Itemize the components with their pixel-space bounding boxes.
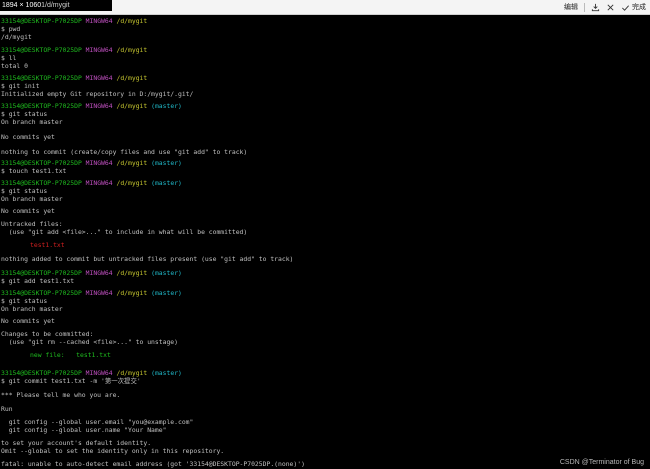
output-line: Run <box>1 405 13 413</box>
command-line: $ git status <box>1 187 48 195</box>
command-line: $ git commit test1.txt -m '第一次提交' <box>1 377 141 385</box>
command-line: $ git status <box>1 297 48 305</box>
prompt-line: 33154@DESKTOP-P7025DP MINGW64 /d/mygit (… <box>1 369 182 377</box>
done-button[interactable]: 完成 <box>621 2 646 12</box>
terminal-output: 33154@DESKTOP-P7025DP MINGW64 /d/mygit $… <box>0 15 650 469</box>
download-button[interactable] <box>591 3 600 12</box>
command-line: $ pwd <box>1 25 21 33</box>
edit-button[interactable]: 编辑 <box>564 2 578 12</box>
output-line: No commits yet <box>1 317 55 325</box>
output-line: No commits yet <box>1 207 55 215</box>
output-line: Untracked files: <box>1 220 63 228</box>
check-icon <box>622 4 629 11</box>
command-line: $ ll <box>1 54 17 62</box>
output-line: fatal: unable to auto-detect email addre… <box>1 460 305 468</box>
prompt-line: 33154@DESKTOP-P7025DP MINGW64 /d/mygit <box>1 46 148 54</box>
prompt-line: 33154@DESKTOP-P7025DP MINGW64 /d/mygit (… <box>1 179 182 187</box>
command-line: $ git status <box>1 110 48 118</box>
prompt-line: 33154@DESKTOP-P7025DP MINGW64 /d/mygit (… <box>1 289 182 297</box>
untracked-file: test1.txt <box>30 241 65 249</box>
command-line: $ git init <box>1 82 40 90</box>
command-line: $ touch test1.txt <box>1 167 67 175</box>
window-title-bar: 1894 × 10601/d/mygit <box>0 0 112 11</box>
prompt-line: 33154@DESKTOP-P7025DP MINGW64 /d/mygit (… <box>1 269 182 277</box>
output-line: Changes to be committed: <box>1 330 94 338</box>
close-icon <box>607 3 614 11</box>
done-label: 完成 <box>632 4 646 11</box>
prompt-line: 33154@DESKTOP-P7025DP MINGW64 /d/mygit (… <box>1 102 182 110</box>
edit-label: 编辑 <box>564 4 578 11</box>
prompt-line: 33154@DESKTOP-P7025DP MINGW64 /d/mygit (… <box>1 159 182 167</box>
output-line: /d/mygit <box>1 33 32 41</box>
watermark: CSDN @Terminator of Bug <box>559 459 644 466</box>
output-line: to set your account's default identity. <box>1 439 152 447</box>
screenshot-root: 1894 × 10601/d/mygit 编辑 完成 33154@DESKTOP… <box>0 0 650 469</box>
output-line: No commits yet <box>1 133 55 141</box>
command-line: $ git add test1.txt <box>1 277 75 285</box>
output-line: Initialized empty Git repository in D:/m… <box>1 90 194 98</box>
output-line: On branch master <box>1 305 63 313</box>
window-title: 1/d/mygit <box>41 2 70 9</box>
toolbar-actions: 编辑 完成 <box>564 0 646 14</box>
output-line: (use "git add <file>..." to include in w… <box>1 228 248 236</box>
output-line: *** Please tell me who you are. <box>1 391 121 399</box>
screenshot-toolbar: 1894 × 10601/d/mygit 编辑 完成 <box>0 0 650 15</box>
output-line: nothing added to commit but untracked fi… <box>1 255 294 263</box>
toolbar-divider <box>584 2 585 12</box>
image-dimensions: 1894 × 1060 <box>2 2 42 9</box>
output-line: On branch master <box>1 118 63 126</box>
output-line: On branch master <box>1 195 63 203</box>
output-line: git config --global user.name "Your Name… <box>1 426 167 434</box>
output-line: git config --global user.email "you@exam… <box>1 418 194 426</box>
staged-file: new file: test1.txt <box>30 351 111 359</box>
prompt-line: 33154@DESKTOP-P7025DP MINGW64 /d/mygit <box>1 74 148 82</box>
output-line: nothing to commit (create/copy files and… <box>1 148 248 156</box>
output-line: total 0 <box>1 62 28 70</box>
prompt-line: 33154@DESKTOP-P7025DP MINGW64 /d/mygit <box>1 17 148 25</box>
close-button[interactable] <box>606 3 615 12</box>
output-line: Omit --global to set the identity only i… <box>1 447 225 455</box>
download-icon <box>591 3 600 11</box>
output-line: (use "git rm --cached <file>..." to unst… <box>1 338 178 346</box>
